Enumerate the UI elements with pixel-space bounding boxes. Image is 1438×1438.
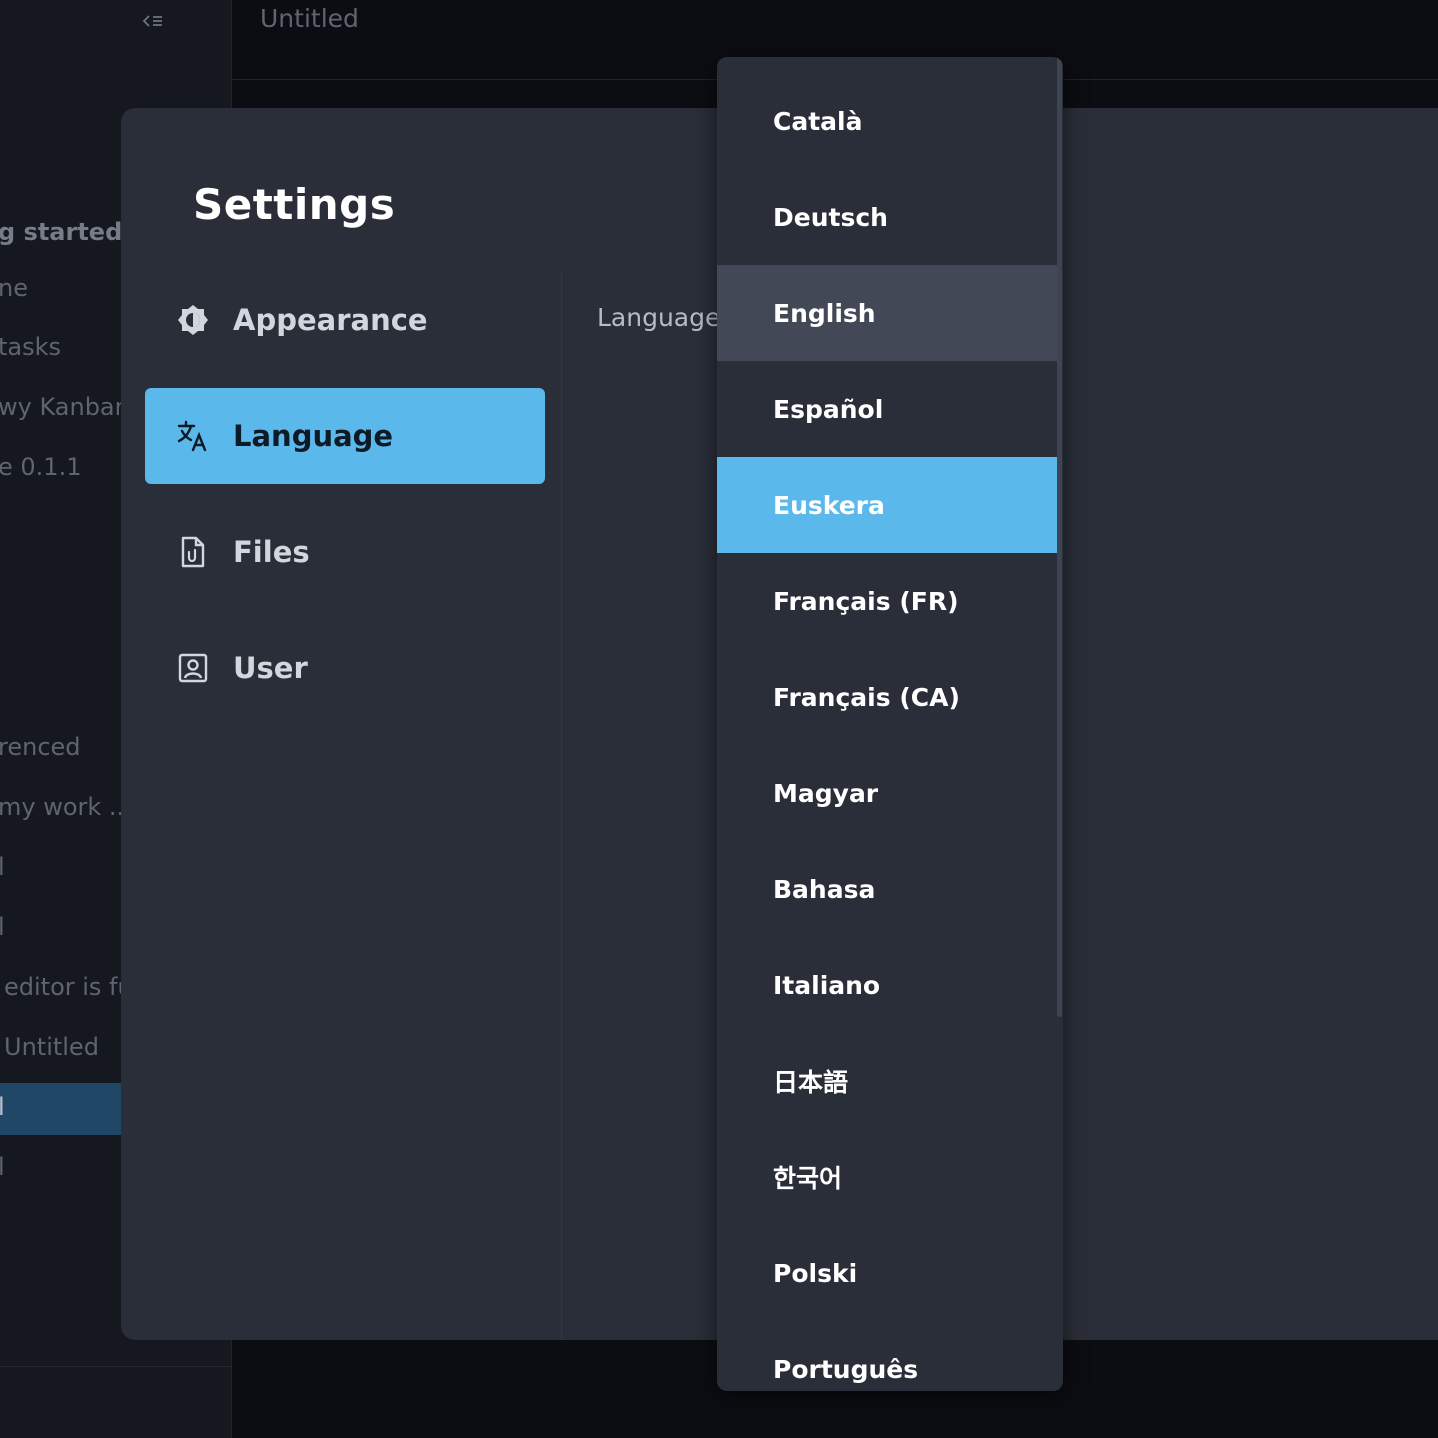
language-option[interactable]: Français (CA)	[717, 649, 1057, 745]
language-option[interactable]: Magyar	[717, 745, 1057, 841]
language-dropdown[interactable]: Català Deutsch English Español Euskera F…	[717, 57, 1063, 1391]
sidebar-item[interactable]: renced	[0, 733, 81, 761]
sidebar-footer	[0, 1366, 231, 1438]
user-icon	[175, 650, 211, 686]
sidebar-item[interactable]: l	[0, 913, 5, 941]
sidebar-item[interactable]: g started	[0, 218, 122, 246]
settings-menu-label: Appearance	[233, 303, 428, 337]
settings-menu-language[interactable]: Language	[145, 388, 545, 484]
settings-divider	[561, 272, 562, 1340]
collapse-sidebar-icon[interactable]	[138, 6, 168, 36]
sidebar-item[interactable]: editor is fu	[4, 973, 133, 1001]
language-option[interactable]: Español	[717, 361, 1057, 457]
language-option[interactable]: Italiano	[717, 937, 1057, 1033]
file-icon	[175, 534, 211, 570]
sidebar-item[interactable]: tasks	[0, 333, 61, 361]
settings-title: Settings	[193, 180, 396, 229]
language-option[interactable]: Bahasa	[717, 841, 1057, 937]
language-option[interactable]: 日本語	[717, 1033, 1057, 1129]
settings-menu-user[interactable]: User	[145, 620, 545, 716]
app-window: g started ne tasks wy Kanban e 0.1.1 ren…	[0, 0, 1438, 1438]
appearance-icon	[175, 302, 211, 338]
sidebar-item[interactable]: l	[0, 853, 5, 881]
sidebar-item[interactable]: Untitled	[4, 1033, 99, 1061]
sidebar-item[interactable]: l	[0, 1153, 5, 1181]
sidebar-item[interactable]: e 0.1.1	[0, 453, 81, 481]
sidebar-item[interactable]: wy Kanban	[0, 393, 130, 421]
language-option[interactable]: Català	[717, 73, 1057, 169]
settings-menu-appearance[interactable]: Appearance	[145, 272, 545, 368]
language-option-hovered[interactable]: English	[717, 265, 1057, 361]
sidebar-item[interactable]: my work ...	[0, 793, 132, 821]
language-field-label: Language	[597, 303, 721, 332]
settings-menu-label: Files	[233, 535, 310, 569]
language-option[interactable]: Français (FR)	[717, 553, 1057, 649]
dropdown-scrollbar-thumb[interactable]	[1057, 57, 1062, 1017]
translate-icon	[175, 418, 211, 454]
sidebar-item[interactable]: l	[0, 1093, 5, 1121]
editor-title[interactable]: Untitled	[260, 4, 359, 33]
language-option[interactable]: Polski	[717, 1225, 1057, 1321]
settings-menu-files[interactable]: Files	[145, 504, 545, 600]
language-option[interactable]: 한국어	[717, 1129, 1057, 1225]
language-option[interactable]: Português	[717, 1321, 1057, 1391]
sidebar-item[interactable]: ne	[0, 274, 28, 302]
language-option[interactable]: Deutsch	[717, 169, 1057, 265]
settings-menu-label: User	[233, 651, 308, 685]
settings-menu-label: Language	[233, 419, 394, 453]
language-option-selected[interactable]: Euskera	[717, 457, 1057, 553]
